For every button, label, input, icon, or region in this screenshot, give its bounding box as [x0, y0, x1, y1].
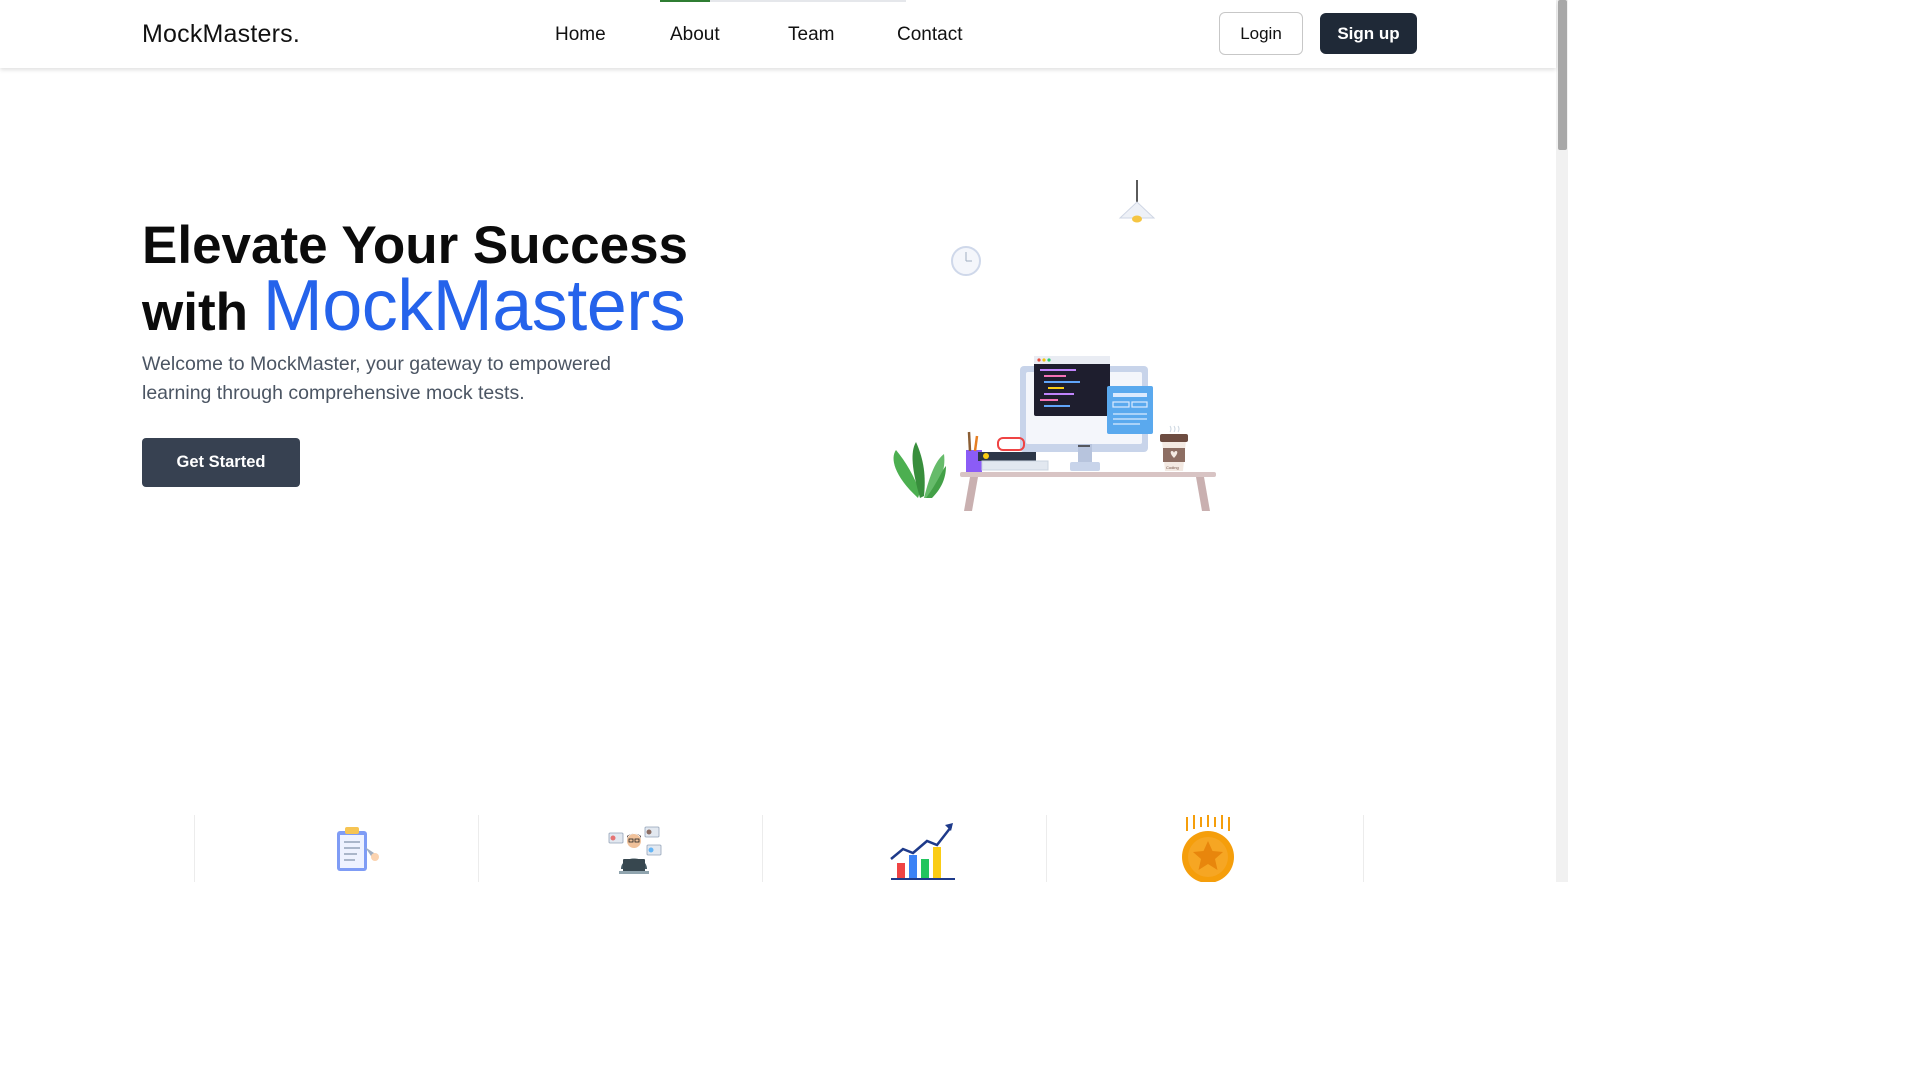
- page: MockMasters. Home About Team Contact Log…: [0, 0, 1568, 882]
- hero-subtitle: Welcome to MockMaster, your gateway to e…: [142, 353, 611, 404]
- cup-label: Coding: [1166, 465, 1179, 470]
- navbar: MockMasters. Home About Team Contact Log…: [0, 0, 1556, 68]
- nav-link-home[interactable]: Home: [555, 24, 606, 46]
- wall-clock-icon: [951, 246, 981, 276]
- nav-link-team[interactable]: Team: [788, 24, 834, 46]
- pendant-lamp-icon: [1118, 180, 1156, 223]
- hero-title-accent: MockMasters: [262, 266, 686, 346]
- feature-card-2[interactable]: [478, 815, 762, 882]
- feature-card-3[interactable]: [762, 815, 1046, 882]
- coffee-cup-icon: Coding: [1160, 425, 1188, 471]
- growth-chart-icon: [890, 823, 955, 880]
- brand-logo[interactable]: MockMasters.: [142, 20, 300, 49]
- login-button[interactable]: Login: [1219, 12, 1303, 55]
- feature-card-4[interactable]: [1046, 815, 1364, 882]
- signup-button[interactable]: Sign up: [1320, 13, 1417, 54]
- nav-active-indicator: [660, 0, 710, 2]
- clipboard-checklist-icon: [337, 827, 379, 871]
- feature-card-1[interactable]: [194, 815, 478, 882]
- feature-cards: [194, 815, 1364, 882]
- hero-title-line2: with MockMasters: [142, 270, 842, 343]
- scrollbar-thumb[interactable]: [1558, 0, 1567, 150]
- nav-link-about[interactable]: About: [670, 24, 720, 46]
- developer-at-laptop-icon: [608, 826, 662, 874]
- nav-link-contact[interactable]: Contact: [897, 24, 962, 46]
- desk-icon: [960, 472, 1216, 511]
- plant-icon: [893, 442, 946, 498]
- desk-computer-icon: [1020, 356, 1153, 471]
- hero-title: Elevate Your Success with MockMasters: [142, 216, 842, 343]
- get-started-button[interactable]: Get Started: [142, 438, 300, 487]
- medal-star-icon: [1182, 815, 1234, 882]
- hero-illustration: Coding: [893, 180, 1216, 511]
- hero-title-prefix: with: [142, 283, 248, 342]
